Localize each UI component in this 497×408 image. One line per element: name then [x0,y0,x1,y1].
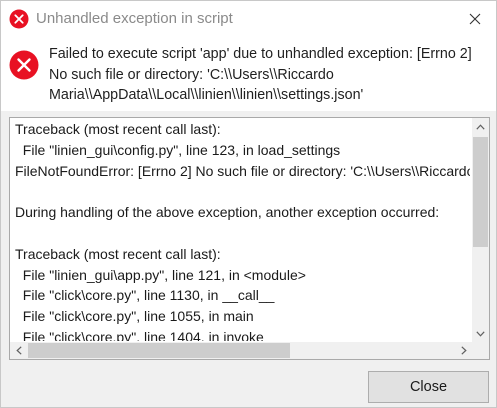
vertical-scroll-thumb[interactable] [473,137,488,247]
error-message-line: Failed to execute script 'app' due to un… [49,46,472,62]
traceback-textbox[interactable]: Traceback (most recent call last): File … [9,117,490,360]
traceback-line: Traceback (most recent call last): [15,245,221,262]
traceback-line [15,181,470,202]
error-message-area: Failed to execute script 'app' due to un… [1,37,496,111]
traceback-line: File "click\core.py", line 1404, in invo… [15,328,264,341]
close-button[interactable]: Close [368,371,489,403]
traceback-text[interactable]: Traceback (most recent call last): File … [15,119,470,341]
error-message-line: Maria\\AppData\\Local\\linien\\linien\\s… [49,87,364,103]
close-icon[interactable] [464,8,486,30]
traceback-line [15,223,470,244]
error-dialog: Unhandled exception in script Failed to … [0,0,497,408]
error-message-line: No such file or directory: 'C:\\Users\\R… [49,66,334,83]
scroll-right-arrow-icon[interactable] [455,342,472,359]
traceback-line: During handling of the above exception, … [15,204,440,221]
scroll-up-arrow-icon[interactable] [472,118,489,135]
traceback-line: File "linien_gui\config.py", line 123, i… [15,141,341,158]
traceback-line: File "click\core.py", line 1130, in __ca… [15,287,275,304]
horizontal-scrollbar[interactable] [10,342,472,359]
error-icon [9,50,39,80]
traceback-line: File "linien_gui\app.py", line 121, in <… [15,266,306,283]
traceback-line: File "click\core.py", line 1055, in main [15,308,254,325]
title-bar: Unhandled exception in script [1,1,496,37]
scroll-left-arrow-icon[interactable] [10,342,27,359]
error-icon [9,9,29,29]
scroll-down-arrow-icon[interactable] [472,325,489,342]
traceback-line: Traceback (most recent call last): [15,121,221,137]
window-title: Unhandled exception in script [36,10,233,27]
scrollbar-corner [472,342,489,359]
traceback-line: FileNotFoundError: [Errno 2] No such fil… [15,162,470,179]
vertical-scrollbar[interactable] [472,118,489,342]
error-message: Failed to execute script 'app' due to un… [49,44,496,106]
horizontal-scroll-thumb[interactable] [28,343,290,358]
